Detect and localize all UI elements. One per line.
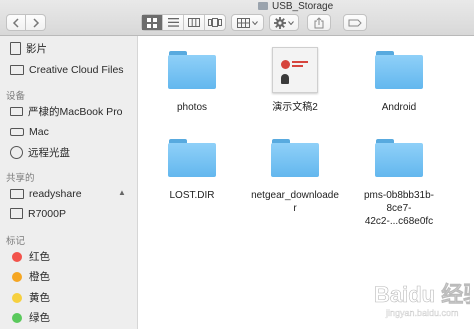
tag-button[interactable] [343,14,367,31]
list-view-icon [167,18,179,27]
file-name: pms-0b8bb31b-8ce7-42c2-...c68e0fc [363,190,435,227]
cover-flow-view-button[interactable] [205,15,225,30]
share-button[interactable] [307,14,331,31]
sidebar-item-r7000p[interactable]: R7000P [10,205,66,222]
sidebar-item-remote-disc[interactable]: 远程光盘 [10,144,70,161]
presentation-thumbnail-icon [272,47,318,93]
sidebar-item-label: 橙色 [29,271,50,283]
sidebar-section-shared: 共享的 [6,173,35,184]
sidebar-item-creative-cloud[interactable]: Creative Cloud Files [10,61,124,78]
grid-arrange-icon [237,17,250,28]
folder-icon [168,51,216,89]
sidebar-item-tag-red[interactable]: 红色 [10,248,50,265]
sidebar-item-label: Mac [29,125,49,138]
folder-icon [271,139,319,177]
folder-icon [375,139,423,177]
tag-icon [348,19,362,26]
file-name: photos [176,102,208,113]
drive-icon [258,2,268,10]
sidebar-item-label: 黄色 [29,292,50,304]
back-button[interactable] [6,14,26,31]
chevron-right-icon [32,17,39,28]
watermark-subtext: jingyan.baidu.com [385,308,459,318]
file-item-lost-dir[interactable]: LOST.DIR [142,139,242,202]
icon-view-button[interactable] [142,15,163,30]
action-button[interactable] [269,14,299,31]
forward-button[interactable] [26,14,46,31]
sidebar-item-readyshare[interactable]: readyshare [10,185,82,202]
film-icon [10,42,21,55]
sidebar-item-label: 严棣的MacBook Pro [28,106,123,118]
sidebar-item-label: 影片 [26,43,47,55]
folder-icon [10,64,24,75]
sidebar-section-tags: 标记 [6,236,26,247]
file-item-presentation[interactable]: 演示文稿2 [245,47,345,114]
baidu-watermark: Baidu 经验 jingyan.baidu.com [330,276,474,326]
folder-icon [168,139,216,177]
sidebar-item-label: 绿色 [29,312,50,324]
yellow-tag-dot-icon [12,292,22,303]
sidebar-item-tag-green[interactable]: 绿色 [10,309,50,326]
sidebar-item-label: 红色 [29,251,50,263]
folder-icon [375,51,423,89]
sidebar-item-movies[interactable]: 影片 [10,40,47,57]
router-icon [10,208,23,219]
chevron-down-icon [288,20,294,25]
file-name: 演示文稿2 [272,102,318,113]
share-icon [314,16,324,28]
chevron-down-icon [252,20,258,25]
watermark-text: Baidu 经验 [374,282,470,307]
file-name: LOST.DIR [169,190,215,201]
sidebar: 影片 Creative Cloud Files 设备 严棣的MacBook Pr… [0,36,138,329]
file-item-netgear-downloader[interactable]: netgear_downloader [245,139,345,215]
eject-icon[interactable]: ▲ [118,188,126,197]
file-name: Android [381,102,417,113]
file-name: netgear_downloader [251,190,339,214]
list-view-button[interactable] [163,15,184,30]
green-tag-dot-icon [12,312,22,323]
toolbar: USB_Storage [0,0,474,36]
laptop-icon [10,107,23,116]
file-item-pms[interactable]: pms-0b8bb31b-8ce7-42c2-...c68e0fc [349,139,449,228]
column-view-button[interactable] [184,15,205,30]
column-view-icon [188,18,200,27]
orange-tag-dot-icon [12,271,22,282]
disk-icon [10,127,24,136]
sidebar-item-mac[interactable]: Mac [10,123,49,140]
window-title-text: USB_Storage [272,0,334,12]
gear-icon [274,16,286,29]
window-title: USB_Storage [258,0,333,12]
view-switcher [141,14,226,31]
monitor-icon [10,188,24,199]
sidebar-item-macbook[interactable]: 严棣的MacBook Pro [10,103,123,120]
sidebar-item-tag-yellow[interactable]: 黄色 [10,289,50,306]
cover-flow-view-icon [208,18,222,27]
red-tag-dot-icon [12,251,22,262]
disc-icon [10,146,23,159]
baidu-logo: Baidu 经验 jingyan.baidu.com [374,282,474,318]
sidebar-section-devices: 设备 [6,91,26,102]
sidebar-item-label: R7000P [28,207,66,220]
chevron-left-icon [12,17,19,28]
sidebar-item-label: Creative Cloud Files [29,63,124,76]
icon-view-icon [147,17,157,28]
file-item-photos[interactable]: photos [142,51,242,114]
file-item-android[interactable]: Android [349,51,449,114]
sidebar-item-label: 远程光盘 [28,147,70,159]
arrange-button[interactable] [231,14,264,31]
sidebar-item-label: readyshare [29,187,82,200]
sidebar-item-tag-orange[interactable]: 橙色 [10,268,50,285]
